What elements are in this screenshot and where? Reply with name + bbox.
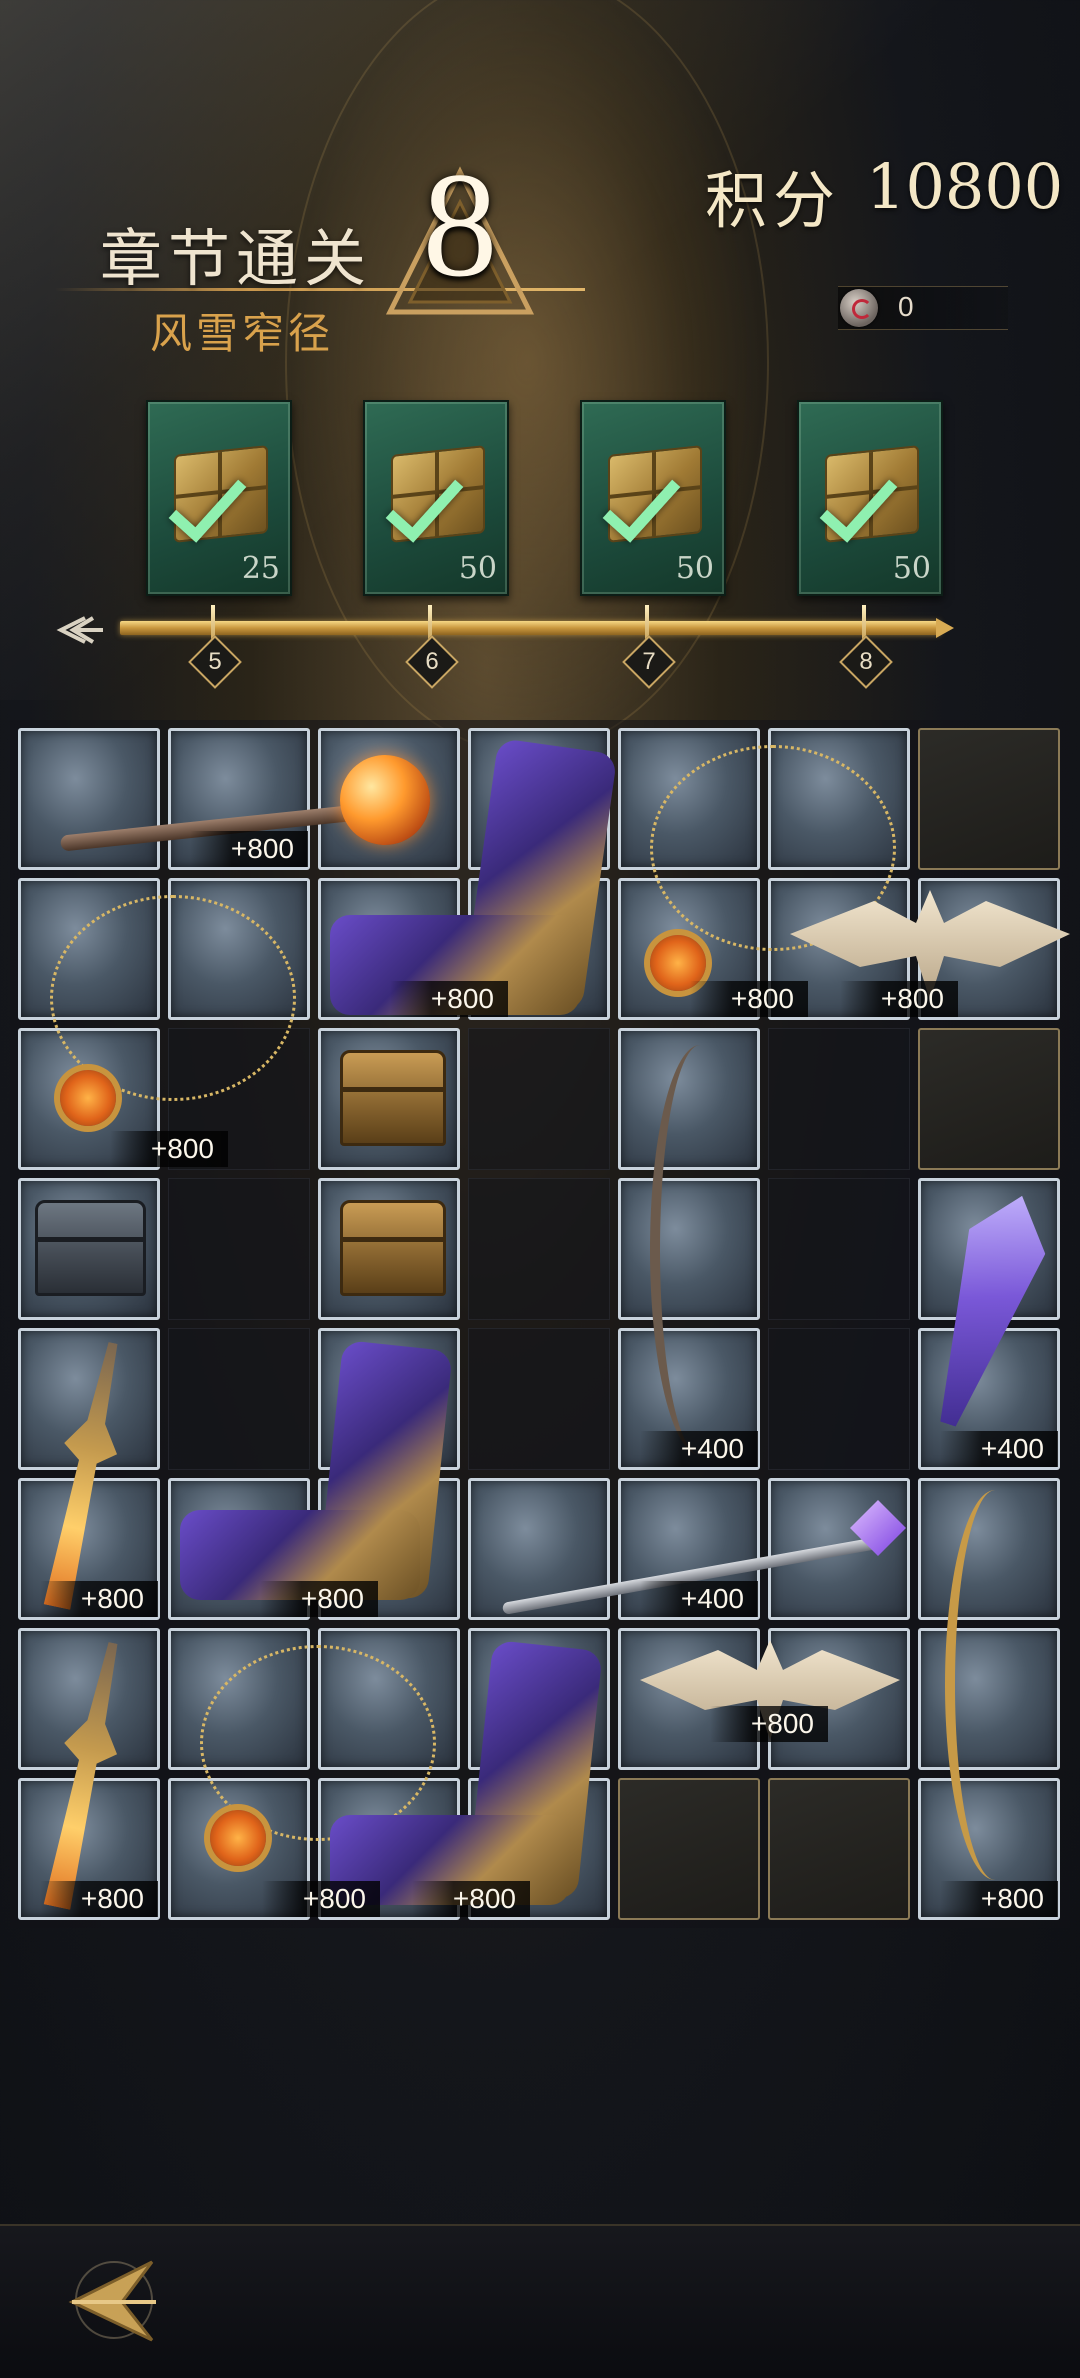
grid-cell[interactable] [318,1628,460,1770]
grid-cell[interactable] [318,1328,460,1470]
grid-cell[interactable] [168,1628,310,1770]
score-badge: +800 [412,1881,530,1917]
grid-cell-empty [768,1028,910,1170]
score-badge: +800 [40,1881,158,1917]
score-badge: +800 [262,1881,380,1917]
grid-cell-empty [168,1328,310,1470]
grid-cell-empty [468,1028,610,1170]
grid-cell-empty [168,1178,310,1320]
grid-cell[interactable] [768,1628,910,1770]
score-badge: +800 [690,981,808,1017]
grid-cell[interactable] [918,1628,1060,1770]
grid-cell-empty [768,1328,910,1470]
reward-count: 50 [458,551,497,586]
reward-chest-8[interactable]: 50 [797,400,943,596]
chapter-title: 章节通关 [100,222,373,295]
grid-cell-empty [468,1328,610,1470]
bottom-bar [0,2224,1080,2378]
score-badge: +800 [190,831,308,867]
milestone-label: 6 [425,648,439,675]
currency-counter: 0 [838,286,1008,330]
milestone-label: 5 [208,648,222,675]
grid-cell[interactable] [618,1178,760,1320]
reward-count: 50 [675,551,714,586]
score-badge: +800 [110,1131,228,1167]
milestone-8: 8 [839,635,893,689]
grid-cell[interactable] [168,878,310,1020]
grid-cell[interactable] [318,1178,460,1320]
score-label: 积分 [705,164,842,237]
grid-cell[interactable] [18,1328,160,1470]
milestone-5: 5 [188,635,242,689]
reward-chest-6[interactable]: 50 [363,400,509,596]
reward-chest-5[interactable]: 25 [146,400,292,596]
grid-cell[interactable] [318,728,460,870]
grid-cell[interactable] [468,728,610,870]
grid-cell[interactable] [318,1028,460,1170]
score-badge: +800 [260,1581,378,1617]
grid-cell[interactable] [768,728,910,870]
grid-cell-empty [468,1178,610,1320]
grid-cell[interactable] [618,1628,760,1770]
grid-cell[interactable] [468,1628,610,1770]
grid-cell[interactable] [918,1178,1060,1320]
grid-cell-hidden[interactable] [768,1778,910,1920]
score-badge: +800 [40,1581,158,1617]
currency-value: 0 [898,291,914,322]
grid-cell-hidden[interactable] [918,728,1060,870]
grid-cell[interactable] [18,1178,160,1320]
chapter-number: 8 [422,142,498,308]
grid-cell[interactable] [618,1028,760,1170]
score-badge: +400 [640,1581,758,1617]
grid-cell-empty [768,1178,910,1320]
background-dial [285,0,769,754]
chapter-subtitle: 风雪窄径 [150,309,335,358]
score-badge: +800 [940,1881,1058,1917]
reward-count: 50 [892,551,931,586]
grid-cell[interactable] [18,728,160,870]
reward-count: 25 [241,551,280,586]
back-arrow-icon[interactable] [52,2250,162,2350]
arrow-tail-icon [56,616,103,644]
grid-cell[interactable] [468,1478,610,1620]
grid-cell-hidden[interactable] [918,1028,1060,1170]
grid-cell[interactable] [918,1478,1060,1620]
reward-chest-7[interactable]: 50 [580,400,726,596]
score-value: 10800 [866,150,1064,223]
score-badge: +800 [840,981,958,1017]
grid-cell-hidden[interactable] [618,1778,760,1920]
grid-cell[interactable] [18,878,160,1020]
score-badge: +800 [390,981,508,1017]
score-badge: +400 [940,1431,1058,1467]
grid-cell[interactable] [18,1628,160,1770]
grid-cell[interactable] [618,728,760,870]
score-badge: +400 [640,1431,758,1467]
score-badge: +800 [710,1706,828,1742]
progress-track [120,618,954,638]
milestone-label: 8 [859,648,873,675]
coin-icon [840,289,878,327]
milestone-label: 7 [642,648,656,675]
grid-cell[interactable] [768,1478,910,1620]
